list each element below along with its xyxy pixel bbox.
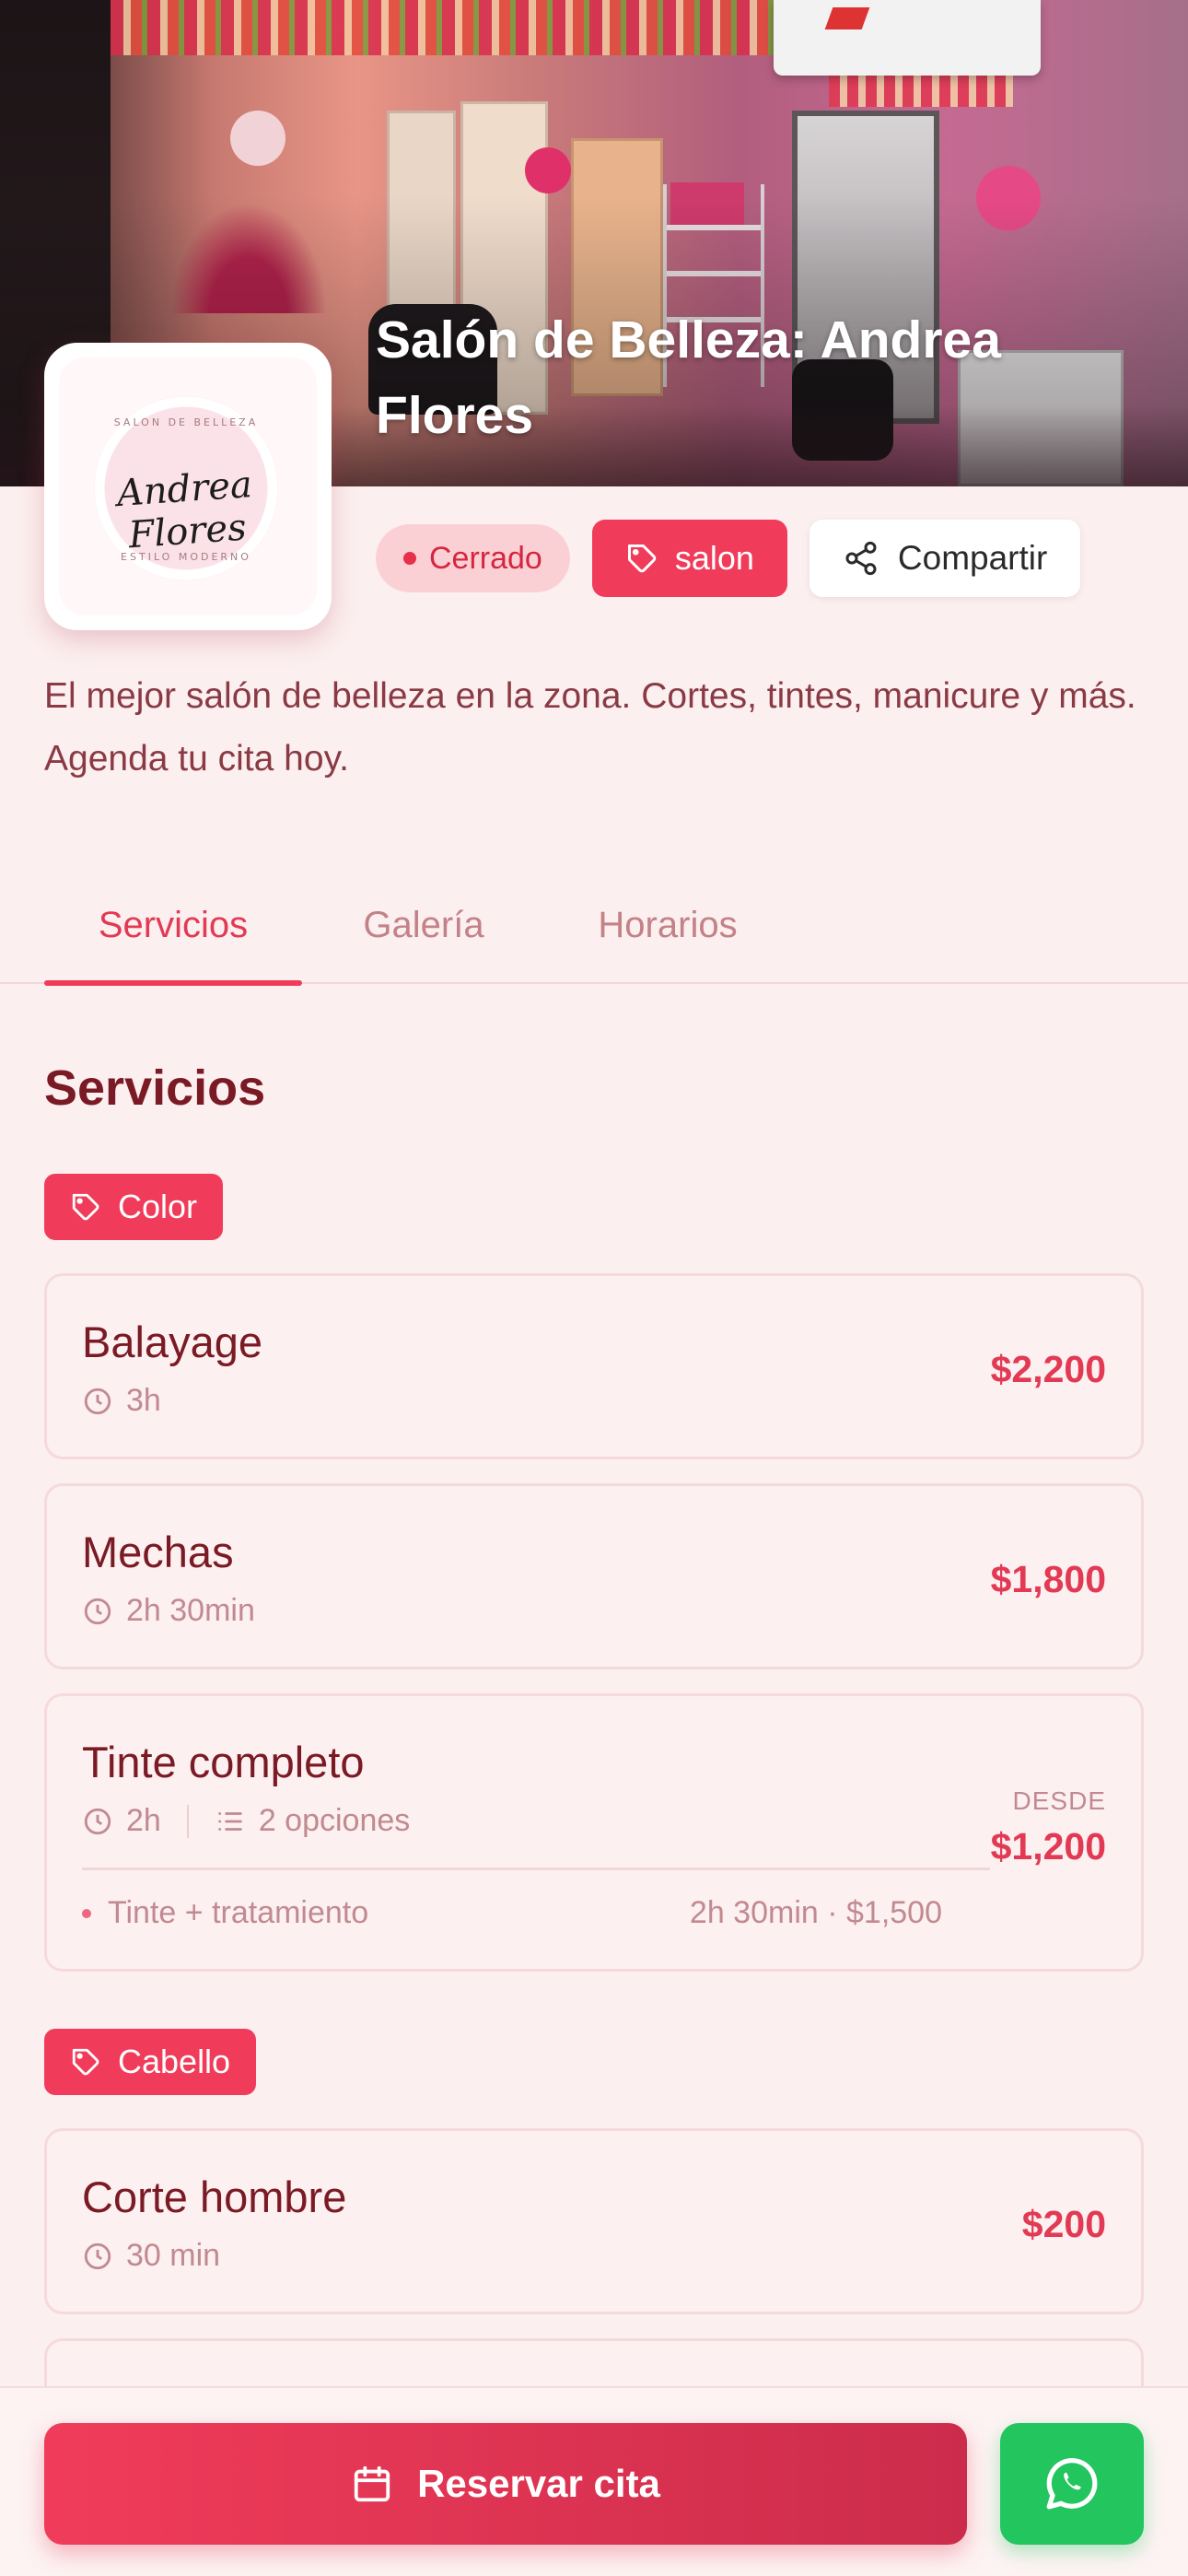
duration-label: 3h xyxy=(126,1383,161,1418)
section-title: Servicios xyxy=(44,1060,266,1116)
share-icon xyxy=(845,541,877,576)
duration-label: 2h xyxy=(126,1803,161,1838)
service-price: $200 xyxy=(1021,2203,1106,2245)
service-name: Corte hombre xyxy=(82,2172,347,2221)
service-duration: 2h 30min xyxy=(82,1593,255,1629)
options-count: 2 opciones xyxy=(258,1803,411,1838)
badge-row: Cerrado salon Compartir xyxy=(376,520,1081,597)
duration-label: 2h 30min xyxy=(126,1593,255,1628)
service-card[interactable]: Corte hombre 30 min $200 xyxy=(44,2128,1144,2314)
category-chip-color: Color xyxy=(44,1174,224,1240)
tag-icon xyxy=(72,2048,99,2076)
service-name: Mechas xyxy=(82,1528,234,1576)
clock-icon xyxy=(84,1388,111,1414)
status-dot-icon xyxy=(403,552,416,565)
bullet-icon xyxy=(82,1908,91,1918)
salon-profile-page: Salón de Belleza: Andrea Flores SALON DE… xyxy=(0,0,1188,2576)
whatsapp-icon xyxy=(1046,2458,1098,2510)
duration-label: 30 min xyxy=(126,2238,221,2273)
category-chip-label: Color xyxy=(118,1188,198,1225)
category-label: salon xyxy=(674,539,754,577)
service-price: $1,200 xyxy=(990,1825,1106,1868)
reserve-button[interactable]: Reservar cita xyxy=(44,2423,967,2545)
service-meta: 2h 2 opciones xyxy=(82,1803,410,1839)
reserve-label: Reservar cita xyxy=(417,2462,660,2505)
service-duration: 3h xyxy=(82,1383,161,1419)
service-price: $2,200 xyxy=(990,1348,1106,1390)
service-duration: 30 min xyxy=(82,2238,220,2274)
list-icon xyxy=(218,1811,242,1831)
calendar-icon xyxy=(354,2465,390,2502)
logo-top-text: SALON DE BELLEZA xyxy=(113,416,259,428)
logo-bottom-text: ESTILO MODERNO xyxy=(121,551,251,563)
clock-icon xyxy=(84,1808,111,1834)
category-chip-cabello: Cabello xyxy=(44,2029,257,2095)
whatsapp-button[interactable] xyxy=(1000,2423,1144,2545)
share-label: Compartir xyxy=(897,539,1048,577)
price-prefix: DESDE xyxy=(1012,1786,1106,1815)
tab-bar: Servicios Galería Horarios xyxy=(0,866,1188,986)
tag-icon xyxy=(72,1193,99,1221)
service-card[interactable]: Balayage 3h $2,200 xyxy=(44,1273,1144,1459)
business-name: Salón de Belleza: Andrea Flores xyxy=(376,310,1001,445)
category-badge[interactable]: salon xyxy=(591,520,787,597)
clock-icon xyxy=(84,2242,111,2269)
service-card[interactable]: Mechas 2h 30min $1,800 xyxy=(44,1483,1144,1669)
tab-horarios[interactable]: Horarios xyxy=(571,866,764,984)
category-chip-label: Cabello xyxy=(118,2043,231,2080)
bottom-action-bar: Reservar cita xyxy=(0,2386,1188,2576)
share-button[interactable]: Compartir xyxy=(809,520,1081,597)
tab-servicios[interactable]: Servicios xyxy=(44,866,302,986)
status-badge: Cerrado xyxy=(376,524,570,592)
service-option: Tinte + tratamiento xyxy=(82,1895,368,1931)
option-name: Tinte + tratamiento xyxy=(108,1895,369,1930)
status-label: Cerrado xyxy=(429,540,542,576)
option-detail: 2h 30min · $1,500 xyxy=(689,1895,942,1930)
business-logo: SALON DE BELLEZA Andrea Flores ESTILO MO… xyxy=(44,343,332,630)
tag-icon xyxy=(627,544,657,573)
service-name: Tinte completo xyxy=(82,1738,365,1786)
service-price: $1,800 xyxy=(990,1558,1106,1600)
service-name: Balayage xyxy=(82,1317,262,1366)
tab-galeria[interactable]: Galería xyxy=(332,866,516,984)
clock-icon xyxy=(84,1598,111,1624)
business-description: El mejor salón de belleza en la zona. Co… xyxy=(44,676,1136,779)
logo-script-text: Andrea Flores xyxy=(115,463,254,557)
service-card[interactable]: Tinte completo 2h 2 opciones Tinte + tra… xyxy=(44,1693,1144,1972)
